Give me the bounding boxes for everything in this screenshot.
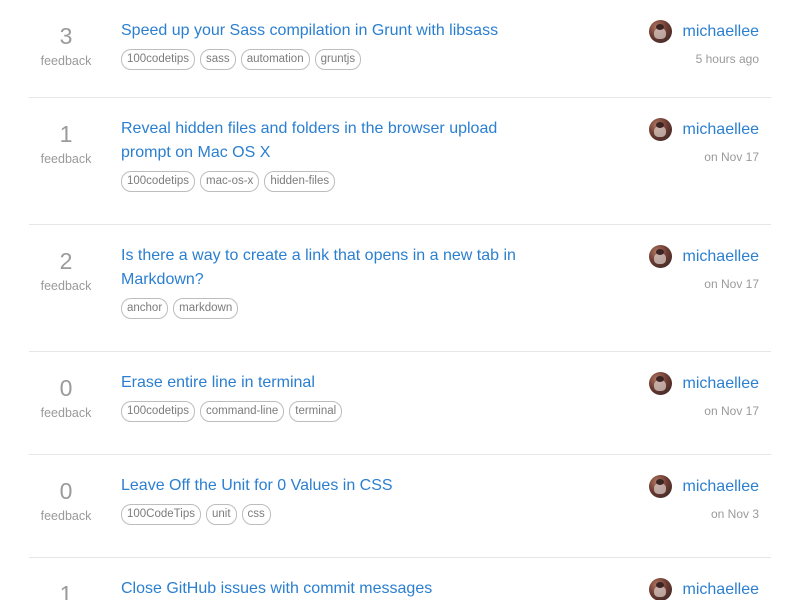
feedback-count: 1 feedback <box>29 121 103 166</box>
avatar <box>648 20 672 43</box>
question-title-link[interactable]: Reveal hidden files and folders in the b… <box>121 117 551 165</box>
feedback-count-number: 2 <box>59 248 73 274</box>
author-name: michaellee <box>682 477 759 495</box>
posted-time: on Nov 17 <box>704 150 759 164</box>
feedback-count: 0 feedback <box>29 375 103 420</box>
feedback-count-label: feedback <box>40 406 92 420</box>
question-list: 3 feedback Speed up your Sass compilation … <box>0 0 800 600</box>
question-title-line: prompt on Mac OS X <box>121 144 271 161</box>
avatar <box>648 578 672 600</box>
question-row: 1 feedback Reveal hidden files and folders… <box>29 98 771 225</box>
feedback-count-number: 3 <box>59 23 73 49</box>
author-name: michaellee <box>682 247 759 265</box>
author-name: michaellee <box>682 374 759 392</box>
author-link[interactable]: michaellee <box>648 578 759 600</box>
author-name: michaellee <box>682 22 759 40</box>
tag-chip[interactable]: terminal <box>289 401 343 422</box>
question-row: 3 feedback Speed up your Sass compilation … <box>29 0 771 98</box>
question-title-line: Reveal hidden files and folders in the b… <box>121 120 498 137</box>
author-name: michaellee <box>682 120 759 138</box>
question-row: 0 feedback Erase entire line in terminal 10… <box>29 352 771 455</box>
feedback-count-number: 0 <box>59 478 73 504</box>
tag-chip[interactable]: css <box>241 504 271 525</box>
tag-chip[interactable]: mac-os-x <box>200 171 260 192</box>
feedback-count-number: 1 <box>59 121 73 147</box>
tag-list: 100CodeTips unit css <box>121 504 271 525</box>
question-row: 2 feedback Is there a way to create a link… <box>29 225 771 352</box>
question-title-line: Is there a way to create a link that ope… <box>121 247 516 264</box>
feedback-count: 0 feedback <box>29 478 103 523</box>
tag-chip[interactable]: 100CodeTips <box>121 504 201 525</box>
posted-time: on Nov 3 <box>710 507 759 521</box>
author-link[interactable]: michaellee <box>648 372 759 395</box>
posted-time: on Nov 17 <box>704 404 759 418</box>
avatar <box>648 118 672 141</box>
tag-chip[interactable]: hidden-files <box>264 171 336 192</box>
feedback-count-label: feedback <box>40 54 92 68</box>
avatar <box>648 475 672 498</box>
feedback-count-label: feedback <box>40 279 92 293</box>
author-link[interactable]: michaellee <box>648 20 759 43</box>
question-title-link[interactable]: Speed up your Sass compilation in Grunt … <box>121 19 551 43</box>
tag-chip[interactable]: markdown <box>173 298 239 319</box>
question-title-line: Erase entire line in terminal <box>121 374 315 391</box>
question-title-link[interactable]: Erase entire line in terminal <box>121 371 551 395</box>
tag-list: 100codetips command-line terminal <box>121 401 343 422</box>
author-link[interactable]: michaellee <box>648 118 759 141</box>
feedback-count: 3 feedback <box>29 23 103 68</box>
question-title-line: Leave Off the Unit for 0 Values in CSS <box>121 477 393 494</box>
tag-chip[interactable]: anchor <box>121 298 169 319</box>
question-title-line: Close GitHub issues with commit messages <box>121 580 433 597</box>
tag-chip[interactable]: unit <box>205 504 237 525</box>
tag-chip[interactable]: sass <box>200 49 236 70</box>
question-row: 0 feedback Leave Off the Unit for 0 Values… <box>29 455 771 558</box>
question-title-link[interactable]: Close GitHub issues with commit messages <box>121 577 551 600</box>
posted-time: on Nov 17 <box>704 277 759 291</box>
feedback-count-label: feedback <box>40 152 92 166</box>
tag-chip[interactable]: gruntjs <box>314 49 362 70</box>
question-title-link[interactable]: Is there a way to create a link that ope… <box>121 244 551 292</box>
feedback-count-number: 0 <box>59 375 73 401</box>
question-row: 1feedback Close GitHub issues with commit… <box>29 558 771 600</box>
tag-chip[interactable]: automation <box>240 49 310 70</box>
author-link[interactable]: michaellee <box>648 245 759 268</box>
tag-list: 100codetips sass automation gruntjs <box>121 49 362 70</box>
feedback-count-label: feedback <box>40 509 92 523</box>
question-title-line: Speed up your Sass compilation in Grunt … <box>121 22 499 39</box>
tag-chip[interactable]: 100codetips <box>121 49 196 70</box>
author-link[interactable]: michaellee <box>648 475 759 498</box>
question-title-line: Markdown? <box>121 271 204 288</box>
feedback-count-number: 1 <box>59 581 73 600</box>
feedback-count: 2 feedback <box>29 248 103 293</box>
tag-chip[interactable]: 100codetips <box>121 171 196 192</box>
feedback-count: 1feedback <box>29 581 103 600</box>
tag-chip[interactable]: command-line <box>200 401 285 422</box>
tag-chip[interactable]: 100codetips <box>121 401 196 422</box>
question-title-link[interactable]: Leave Off the Unit for 0 Values in CSS <box>121 474 551 498</box>
tag-list: anchor markdown <box>121 298 239 319</box>
avatar <box>648 245 672 268</box>
author-name: michaellee <box>682 580 759 598</box>
tag-list: 100codetips mac-os-x hidden-files <box>121 171 336 192</box>
avatar <box>648 372 672 395</box>
posted-time: 5 hours ago <box>695 52 759 66</box>
